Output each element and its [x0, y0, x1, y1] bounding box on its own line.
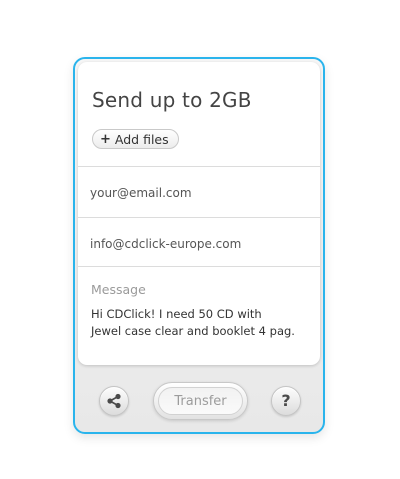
panel-title: Send up to 2GB	[92, 88, 252, 112]
page: Send up to 2GB + Add files Message Hi CD…	[0, 0, 400, 479]
send-widget: Send up to 2GB + Add files Message Hi CD…	[73, 57, 325, 434]
divider	[78, 217, 320, 218]
to-email-input[interactable]	[90, 182, 308, 204]
message-textarea[interactable]: Hi CDClick! I need 50 CD with Jewel case…	[91, 306, 313, 340]
send-card: Send up to 2GB + Add files Message Hi CD…	[78, 62, 320, 365]
message-line: Hi CDClick! I need 50 CD with	[91, 307, 262, 321]
plus-icon: +	[100, 131, 111, 147]
divider	[78, 266, 320, 267]
add-files-label: Add files	[114, 131, 169, 147]
share-button[interactable]	[99, 386, 129, 416]
message-line: Jewel case clear and booklet 4 pag.	[91, 324, 295, 338]
from-email-input[interactable]	[90, 233, 308, 255]
share-icon	[107, 393, 121, 409]
footer-bar: Transfer ?	[75, 365, 323, 432]
transfer-button[interactable]: Transfer	[153, 382, 248, 420]
transfer-label: Transfer	[158, 387, 243, 415]
help-button[interactable]: ?	[271, 386, 301, 416]
add-files-button[interactable]: + Add files	[92, 129, 179, 149]
divider	[78, 166, 320, 167]
message-label: Message	[91, 282, 146, 297]
help-icon: ?	[281, 391, 291, 410]
